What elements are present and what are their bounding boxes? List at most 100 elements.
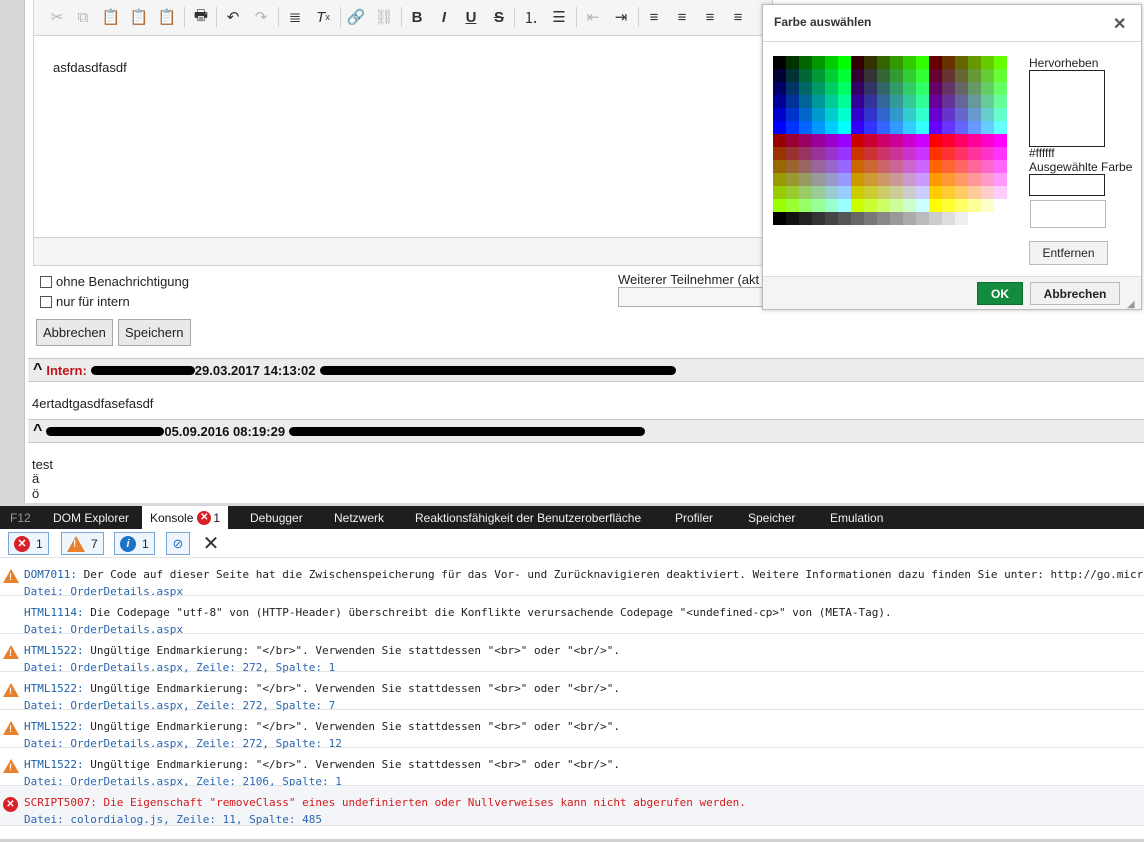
console-message[interactable]: ! DOM7011: Der Code auf dieser Seite hat… <box>0 558 1144 598</box>
color-swatch[interactable] <box>773 108 786 121</box>
color-swatch[interactable] <box>786 134 799 147</box>
color-swatch[interactable] <box>851 82 864 95</box>
color-swatch[interactable] <box>864 108 877 121</box>
color-swatch[interactable] <box>851 147 864 160</box>
color-swatch[interactable] <box>929 147 942 160</box>
color-swatch[interactable] <box>981 69 994 82</box>
color-swatch[interactable] <box>838 95 851 108</box>
dialog-cancel-button[interactable]: Abbrechen <box>1030 282 1120 305</box>
color-swatch[interactable] <box>877 69 890 82</box>
color-swatch[interactable] <box>812 69 825 82</box>
color-swatch[interactable] <box>786 108 799 121</box>
color-swatch[interactable] <box>955 173 968 186</box>
color-swatch[interactable] <box>851 121 864 134</box>
color-swatch[interactable] <box>825 160 838 173</box>
color-swatch[interactable] <box>877 160 890 173</box>
no-notification-checkbox[interactable]: ohne Benachrichtigung <box>40 274 189 289</box>
color-swatch[interactable] <box>890 95 903 108</box>
color-swatch[interactable] <box>838 134 851 147</box>
color-swatch[interactable] <box>942 56 955 69</box>
color-swatch[interactable] <box>851 134 864 147</box>
entry-header[interactable]: ^ Intern: 29.03.2017 14:13:02 <box>28 358 1144 382</box>
checkbox-box[interactable] <box>40 295 52 308</box>
color-swatch[interactable] <box>981 186 994 199</box>
color-swatch[interactable] <box>929 82 942 95</box>
color-swatch[interactable] <box>968 108 981 121</box>
color-swatch[interactable] <box>864 199 877 212</box>
color-swatch[interactable] <box>903 173 916 186</box>
message-code[interactable]: HTML1114: <box>24 606 84 619</box>
color-swatch[interactable] <box>968 95 981 108</box>
color-swatch[interactable] <box>929 69 942 82</box>
color-swatch[interactable] <box>994 160 1007 173</box>
message-source[interactable]: Datei: colordialog.js, Zeile: 11, Spalte… <box>24 813 322 826</box>
color-swatch[interactable] <box>994 56 1007 69</box>
chevron-up-icon[interactable]: ^ <box>33 422 42 440</box>
cut-icon[interactable]: ✂ <box>46 6 68 28</box>
color-swatch[interactable] <box>994 173 1007 186</box>
color-swatch[interactable] <box>877 95 890 108</box>
color-swatch[interactable] <box>812 212 825 225</box>
color-swatch[interactable] <box>825 212 838 225</box>
color-swatch[interactable] <box>994 108 1007 121</box>
color-swatch[interactable] <box>877 134 890 147</box>
save-button[interactable]: Speichern <box>118 319 191 346</box>
color-swatch[interactable] <box>838 160 851 173</box>
console-output[interactable]: ! DOM7011: Der Code auf dieser Seite hat… <box>0 558 1144 842</box>
color-swatch[interactable] <box>812 147 825 160</box>
color-swatch[interactable] <box>890 186 903 199</box>
console-message[interactable]: HTML1114: Die Codepage "utf-8" von (HTTP… <box>0 596 1144 636</box>
color-swatch[interactable] <box>890 69 903 82</box>
color-swatch[interactable] <box>773 121 786 134</box>
tab-emulation[interactable]: Emulation <box>830 506 883 529</box>
color-swatch[interactable] <box>981 199 994 212</box>
color-swatch[interactable] <box>994 82 1007 95</box>
color-swatch[interactable] <box>799 95 812 108</box>
color-swatch[interactable] <box>799 69 812 82</box>
color-swatch[interactable] <box>786 199 799 212</box>
color-swatch[interactable] <box>851 199 864 212</box>
color-swatch[interactable] <box>916 56 929 69</box>
color-swatch[interactable] <box>851 108 864 121</box>
color-swatch[interactable] <box>773 134 786 147</box>
color-swatch[interactable] <box>851 95 864 108</box>
color-swatch[interactable] <box>929 56 942 69</box>
color-swatch[interactable] <box>916 121 929 134</box>
console-message[interactable]: ✕ SCRIPT5007: Die Eigenschaft "removeCla… <box>0 786 1144 826</box>
message-code[interactable]: HTML1522: <box>24 720 84 733</box>
chevron-up-icon[interactable]: ^ <box>33 361 42 379</box>
outdent-icon[interactable]: ⇤ <box>582 6 604 28</box>
italic-icon[interactable]: I <box>433 6 455 28</box>
color-swatch[interactable] <box>929 108 942 121</box>
color-swatch[interactable] <box>799 121 812 134</box>
color-swatch[interactable] <box>851 160 864 173</box>
print-icon[interactable]: 🖶 <box>190 6 212 28</box>
color-swatch[interactable] <box>929 134 942 147</box>
color-swatch[interactable] <box>916 82 929 95</box>
strikethrough-icon[interactable]: S <box>488 6 510 28</box>
color-swatch[interactable] <box>903 160 916 173</box>
color-swatch[interactable] <box>812 160 825 173</box>
tab-console[interactable]: Konsole ✕ 1 <box>142 506 229 529</box>
color-swatch[interactable] <box>838 212 851 225</box>
resize-grip-icon[interactable]: ◢ <box>1127 299 1135 310</box>
ok-button[interactable]: OK <box>977 282 1023 305</box>
color-swatch[interactable] <box>942 134 955 147</box>
rich-text-editor[interactable]: asfdasdfasdf <box>33 36 773 238</box>
color-swatch[interactable] <box>968 186 981 199</box>
color-swatch[interactable] <box>916 95 929 108</box>
color-swatch[interactable] <box>994 121 1007 134</box>
color-swatch[interactable] <box>773 147 786 160</box>
message-code[interactable]: SCRIPT5007: <box>24 796 97 809</box>
color-swatch[interactable] <box>799 186 812 199</box>
color-swatch[interactable] <box>994 134 1007 147</box>
color-swatch[interactable] <box>864 186 877 199</box>
color-swatch[interactable] <box>825 121 838 134</box>
color-swatch[interactable] <box>890 134 903 147</box>
color-swatch[interactable] <box>981 56 994 69</box>
color-swatch[interactable] <box>942 69 955 82</box>
color-swatch[interactable] <box>877 147 890 160</box>
color-swatch[interactable] <box>942 173 955 186</box>
color-swatch[interactable] <box>799 173 812 186</box>
color-swatch[interactable] <box>916 147 929 160</box>
